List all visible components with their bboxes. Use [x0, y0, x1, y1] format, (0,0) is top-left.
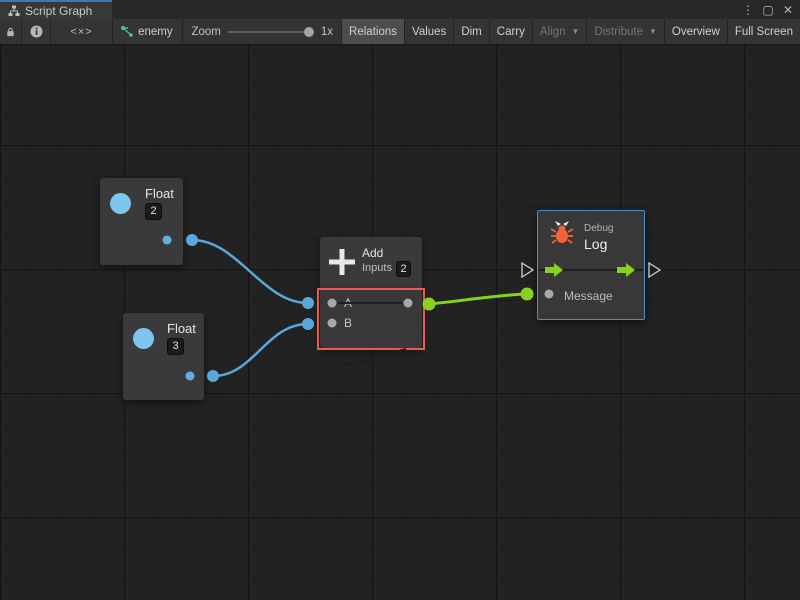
node-add-body[interactable]: A B — [320, 289, 422, 348]
tab-script-graph[interactable]: Script Graph — [0, 0, 112, 19]
zoom-slider[interactable] — [228, 27, 314, 37]
relation-line-b — [333, 349, 406, 369]
graph-name-button[interactable]: enemy — [113, 19, 183, 44]
node-debug-log[interactable]: Debug Log Message — [537, 210, 645, 320]
graph-name-label: enemy — [138, 26, 173, 38]
close-icon[interactable]: ✕ — [780, 3, 796, 17]
tabbar-spacer — [112, 0, 740, 19]
node-title: Float — [145, 186, 174, 201]
dim-toggle[interactable]: Dim — [454, 19, 489, 44]
zoom-control: Zoom 1x — [183, 19, 342, 44]
node-category: Debug — [584, 223, 613, 234]
info-icon — [30, 25, 43, 38]
carry-label: Carry — [497, 26, 525, 38]
wire-endpoint — [423, 298, 436, 311]
port-label-b: B — [344, 316, 352, 330]
window-titlebar: Script Graph ⋮ ▢ ✕ — [0, 0, 800, 19]
port-label-a: A — [344, 296, 352, 310]
graph-toolbar: <×> enemy Zoom 1x Relations Values Dim C… — [0, 19, 800, 45]
node-title: Float — [167, 321, 196, 336]
carry-toggle[interactable]: Carry — [490, 19, 533, 44]
wire-endpoint — [302, 318, 314, 330]
wire-add-to-log-message[interactable] — [429, 294, 527, 304]
zoom-label: Zoom — [191, 26, 220, 38]
distribute-label: Distribute — [594, 26, 643, 38]
dim-label: Dim — [461, 26, 481, 38]
lock-button[interactable] — [0, 19, 22, 44]
values-label: Values — [412, 26, 446, 38]
node-float-2[interactable]: Float 3 — [123, 313, 204, 400]
lock-icon — [6, 26, 15, 38]
zoom-slider-track — [228, 31, 314, 33]
info-button[interactable] — [22, 19, 51, 44]
chevron-down-icon: ▼ — [571, 27, 579, 36]
node-title: Log — [584, 236, 607, 252]
relations-label: Relations — [349, 26, 397, 38]
wire-float1-to-add-a[interactable] — [192, 240, 308, 303]
code-icon: <×> — [70, 26, 92, 38]
align-label: Align — [540, 26, 566, 38]
inputs-count-field[interactable]: 2 — [396, 261, 411, 277]
align-dropdown[interactable]: Align ▼ — [533, 19, 588, 44]
node-float-1[interactable]: Float 2 — [100, 178, 183, 265]
wire-endpoint — [521, 288, 534, 301]
zoom-value: 1x — [321, 26, 333, 38]
wire-float2-to-add-b[interactable] — [213, 324, 308, 376]
node-add-header[interactable]: Add Inputs 2 — [320, 237, 422, 288]
chevron-down-icon: ▼ — [649, 27, 657, 36]
overview-button[interactable]: Overview — [665, 19, 728, 44]
wire-endpoint — [207, 370, 219, 382]
relations-toggle[interactable]: Relations — [342, 19, 405, 44]
inputs-label: Inputs — [362, 262, 392, 274]
code-view-button[interactable]: <×> — [51, 19, 113, 44]
flow-output-triangle-port[interactable] — [649, 263, 660, 277]
window-menu-icon[interactable]: ⋮ — [740, 3, 756, 17]
graph-asset-icon — [120, 25, 134, 38]
zoom-slider-handle[interactable] — [304, 27, 314, 37]
fullscreen-label: Full Screen — [735, 26, 793, 38]
wire-endpoint — [186, 234, 198, 246]
plus-icon — [328, 248, 356, 276]
tab-label: Script Graph — [25, 4, 92, 18]
float-type-icon — [133, 328, 154, 349]
overview-label: Overview — [672, 26, 720, 38]
bug-icon — [550, 220, 574, 244]
fullscreen-button[interactable]: Full Screen — [728, 19, 800, 44]
maximize-icon[interactable]: ▢ — [760, 3, 776, 17]
float-value-field[interactable]: 3 — [167, 338, 184, 355]
flow-input-triangle-port[interactable] — [522, 263, 533, 277]
distribute-dropdown[interactable]: Distribute ▼ — [587, 19, 665, 44]
values-toggle[interactable]: Values — [405, 19, 454, 44]
script-graph-icon — [8, 5, 20, 17]
wire-endpoint — [302, 297, 314, 309]
float-value-field[interactable]: 2 — [145, 203, 162, 220]
port-label-message: Message — [564, 289, 613, 303]
graph-canvas[interactable]: Float 2 Float 3 Add Inputs 2 A B Debug L… — [0, 45, 800, 600]
node-title: Add — [362, 246, 383, 260]
float-type-icon — [110, 193, 131, 214]
